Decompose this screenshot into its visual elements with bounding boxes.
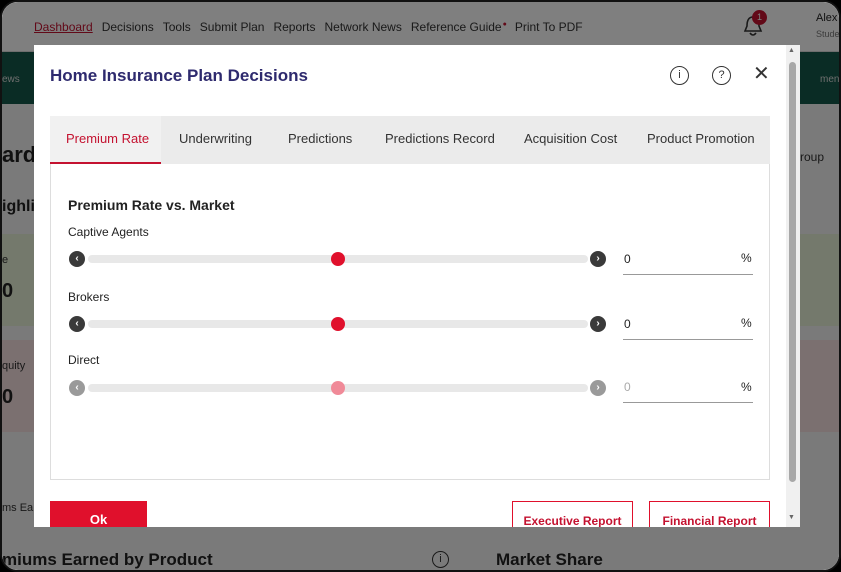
chevron-right-icon[interactable]: › <box>590 316 606 332</box>
modal-title: Home Insurance Plan Decisions <box>50 66 308 85</box>
input-underline <box>623 274 753 275</box>
chevron-left-icon: ‹ <box>69 380 85 396</box>
tab-premium-rate[interactable]: Premium Rate <box>50 116 161 164</box>
scroll-up-icon[interactable]: ▲ <box>788 47 795 54</box>
input-underline <box>623 402 753 403</box>
slider-label: Brokers <box>68 290 110 304</box>
executive-report-button[interactable]: Executive Report <box>512 501 633 527</box>
decisions-modal: Home Insurance Plan Decisions i ? ✕ Prem… <box>34 45 800 527</box>
tab-predictions[interactable]: Predictions <box>288 116 352 164</box>
tab-acquisition-cost[interactable]: Acquisition Cost <box>524 116 617 164</box>
tab-bar: Premium Rate Underwriting Predictions Pr… <box>50 116 770 164</box>
chevron-left-icon[interactable]: ‹ <box>69 316 85 332</box>
slider-label: Captive Agents <box>68 225 149 239</box>
chevron-left-icon[interactable]: ‹ <box>69 251 85 267</box>
section-title: Premium Rate vs. Market <box>68 197 235 213</box>
tab-predictions-record[interactable]: Predictions Record <box>385 116 495 164</box>
financial-report-button[interactable]: Financial Report <box>649 501 770 527</box>
scroll-down-icon[interactable]: ▼ <box>788 514 795 521</box>
ok-button[interactable]: Ok <box>50 501 147 527</box>
slider-thumb[interactable] <box>331 317 345 331</box>
tab-underwriting[interactable]: Underwriting <box>179 116 252 164</box>
app-frame: DashboardDecisionsToolsSubmit PlanReport… <box>0 0 841 572</box>
input-underline <box>623 339 753 340</box>
value-input[interactable]: 0 <box>624 317 631 331</box>
slider-label: Direct <box>68 353 100 367</box>
value-input[interactable]: 0 <box>624 252 631 266</box>
slider-thumb <box>331 381 345 395</box>
slider-thumb[interactable] <box>331 252 345 266</box>
info-icon[interactable]: i <box>670 66 689 85</box>
tab-product-promotion[interactable]: Product Promotion <box>647 116 755 164</box>
value-input: 0 <box>624 380 631 394</box>
percent-unit: % <box>741 380 752 394</box>
help-icon[interactable]: ? <box>712 66 731 85</box>
chevron-right-icon[interactable]: › <box>590 251 606 267</box>
close-icon[interactable]: ✕ <box>753 63 770 85</box>
premium-rate-panel: Premium Rate vs. Market Captive Agents ‹… <box>50 164 770 480</box>
percent-unit: % <box>741 251 752 265</box>
percent-unit: % <box>741 316 752 330</box>
scrollbar-thumb[interactable] <box>789 62 796 482</box>
chevron-right-icon: › <box>590 380 606 396</box>
